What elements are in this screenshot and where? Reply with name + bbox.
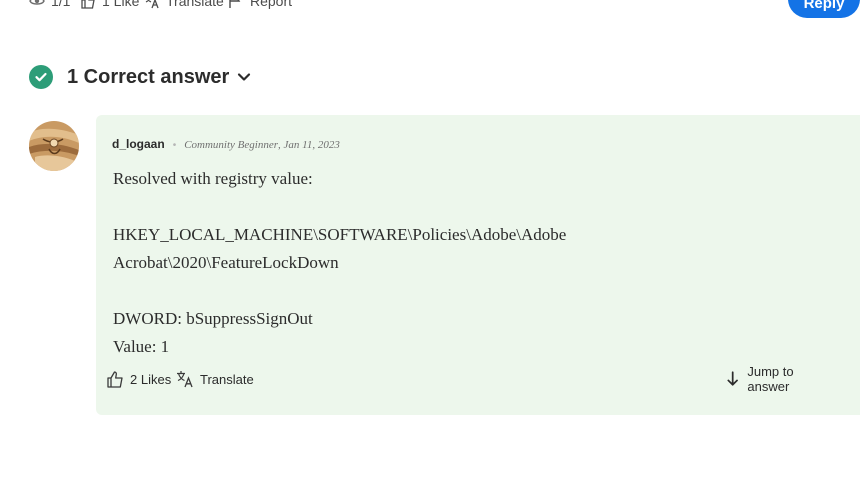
body-line: Resolved with registry value: [113,169,313,188]
answer-actions: 2 Likes Translate Jump to answer [106,364,836,394]
body-line [113,193,566,221]
arrow-down-icon [727,371,738,386]
body-line: DWORD: bSuppressSignOut [113,309,313,328]
eye-icon [29,0,45,5]
post-meta: d_logaan • Community Beginner , Jan 11, … [112,137,340,151]
body-line: Acrobat\2020\FeatureLockDown [113,253,339,272]
translate-icon [177,371,193,388]
accepted-answer-card: d_logaan • Community Beginner , Jan 11, … [96,115,860,415]
like-button[interactable]: 1 Like [80,0,139,10]
post-body: Resolved with registry value: HKEY_LOCAL… [113,165,566,361]
flag-icon [229,0,241,8]
jump-to-answer-link[interactable]: Jump to answer [724,364,836,394]
thumbs-up-icon [81,0,95,9]
thumbs-up-icon [107,371,123,388]
body-line [113,277,566,305]
report-button[interactable]: Report [228,0,292,10]
body-line: Value: 1 [113,337,170,356]
translate-button[interactable]: Translate [176,368,254,390]
translate-label: Translate [200,371,254,387]
views-indicator: 1/1 [29,0,70,10]
likes-label: 2 Likes [130,371,172,387]
author-name[interactable]: d_logaan [112,137,165,151]
translate-label: Translate [166,0,224,9]
translate-icon [145,0,159,9]
jump-label: Jump to answer [747,364,794,394]
correct-answer-header[interactable]: 1 Correct answer [29,64,251,90]
avatar[interactable] [29,121,79,171]
chevron-down-icon[interactable] [237,70,251,84]
views-count: 1/1 [51,0,71,9]
post-date: , Jan 11, 2023 [278,139,340,151]
translate-button[interactable]: Translate [144,0,224,10]
correct-answer-title: 1 Correct answer [67,65,230,88]
report-label: Report [250,0,293,9]
author-rank: Community Beginner [184,139,278,151]
meta-separator: • [172,140,177,151]
post-actions-bar: 1/1 1 Like Translate Report [0,0,860,16]
likes-button[interactable]: 2 Likes [106,368,171,390]
body-line: HKEY_LOCAL_MACHINE\SOFTWARE\Policies\Ado… [113,225,567,244]
checkmark-icon [29,65,53,89]
reply-button[interactable]: Reply [788,0,860,18]
like-label: 1 Like [102,0,140,9]
